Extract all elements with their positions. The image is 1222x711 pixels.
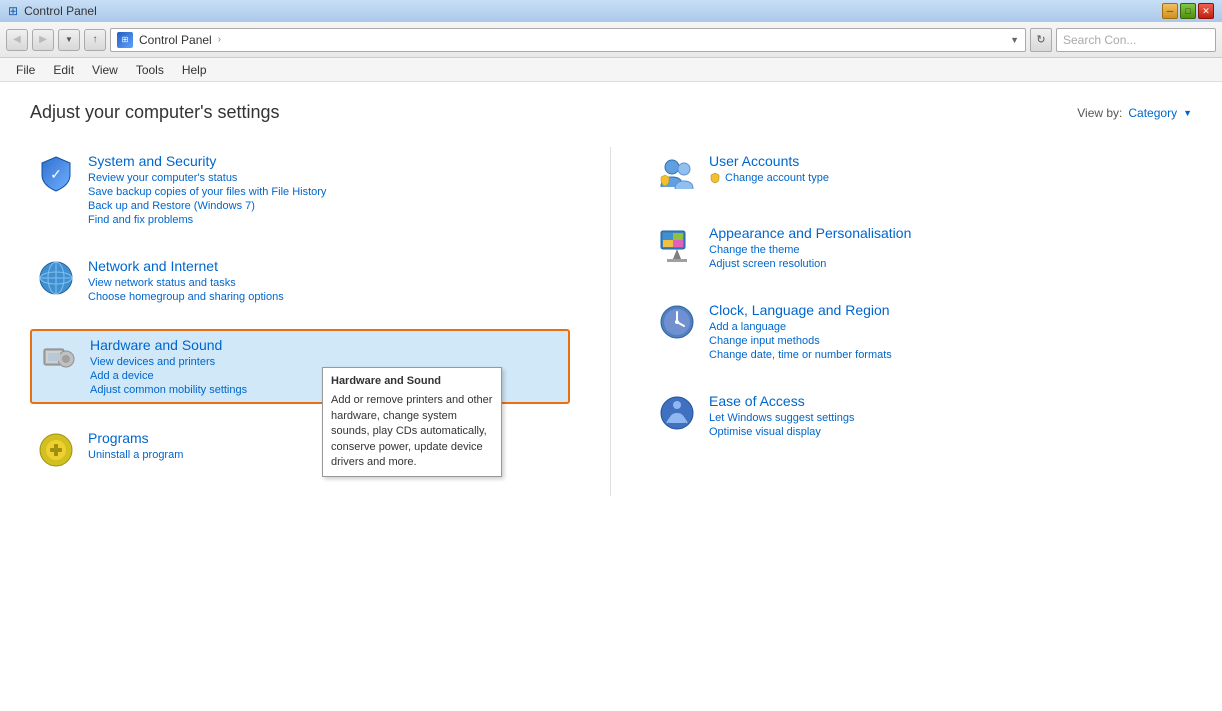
appearance-icon [657,225,697,265]
view-by-label: View by: [1077,106,1122,120]
back-button[interactable]: ◀ [6,29,28,51]
view-by-control: View by: Category ▼ [1077,106,1192,120]
appearance-title[interactable]: Appearance and Personalisation [709,225,1186,241]
clock-icon [657,302,697,342]
title-bar-icon: ⊞ [8,4,18,18]
system-security-link-1[interactable]: Save backup copies of your files with Fi… [88,186,564,198]
category-network: Network and Internet View network status… [30,252,570,309]
menu-help[interactable]: Help [174,61,215,79]
ease-link-1[interactable]: Optimise visual display [709,426,1186,438]
view-by-value[interactable]: Category [1128,106,1177,120]
category-clock: Clock, Language and Region Add a languag… [651,296,1192,367]
appearance-link-0[interactable]: Change the theme [709,244,1186,256]
menu-file[interactable]: File [8,61,43,79]
appearance-link-1[interactable]: Adjust screen resolution [709,258,1186,270]
title-bar: ⊞ Control Panel ─ □ ✕ [0,0,1222,22]
system-security-link-0[interactable]: Review your computer's status [88,172,564,184]
view-by-dropdown-icon[interactable]: ▼ [1183,108,1192,118]
page-header: Adjust your computer's settings View by:… [30,102,1192,123]
address-icon: ⊞ [117,32,133,48]
main-content: Adjust your computer's settings View by:… [0,82,1222,711]
content-area: Adjust your computer's settings View by:… [0,82,1222,711]
system-security-link-2[interactable]: Back up and Restore (Windows 7) [88,200,564,212]
nav-bar: ◀ ▶ ▼ ↑ ⊞ Control Panel › ▼ ↻ Search Con… [0,22,1222,58]
network-link-1[interactable]: Choose homegroup and sharing options [88,291,564,303]
up-button[interactable]: ↑ [84,29,106,51]
menu-bar: File Edit View Tools Help [0,58,1222,82]
right-column: User Accounts Change account type [611,147,1192,496]
maximize-button[interactable]: □ [1180,3,1196,19]
address-bar[interactable]: ⊞ Control Panel › ▼ [110,28,1026,52]
clock-link-2[interactable]: Change date, time or number formats [709,349,1186,361]
shield-badge-icon [709,172,721,184]
menu-view[interactable]: View [84,61,126,79]
hardware-icon [38,337,78,377]
minimize-button[interactable]: ─ [1162,3,1178,19]
menu-tools[interactable]: Tools [128,61,172,79]
users-title[interactable]: User Accounts [709,153,1186,169]
clock-title[interactable]: Clock, Language and Region [709,302,1186,318]
category-hardware: Hardware and Sound View devices and prin… [30,329,570,404]
dropdown-button[interactable]: ▼ [58,29,80,51]
svg-text:✓: ✓ [50,166,62,182]
users-text: User Accounts Change account type [709,153,1186,193]
users-link-0[interactable]: Change account type [725,172,829,184]
menu-edit[interactable]: Edit [45,61,82,79]
users-icon [657,153,697,193]
category-ease: Ease of Access Let Windows suggest setti… [651,387,1192,444]
left-column: ✓ System and Security Review your comput… [30,147,611,496]
refresh-button[interactable]: ↻ [1030,28,1052,52]
system-security-title[interactable]: System and Security [88,153,564,169]
appearance-text: Appearance and Personalisation Change th… [709,225,1186,270]
ease-text: Ease of Access Let Windows suggest setti… [709,393,1186,438]
ease-icon [657,393,697,433]
tooltip-title: Hardware and Sound [331,374,493,389]
title-bar-text: Control Panel [24,4,97,18]
system-security-icon: ✓ [36,153,76,193]
clock-link-0[interactable]: Add a language [709,321,1186,333]
ease-title[interactable]: Ease of Access [709,393,1186,409]
address-dropdown-button[interactable]: ▼ [1010,35,1019,45]
system-security-text: System and Security Review your computer… [88,153,564,226]
system-security-link-3[interactable]: Find and fix problems [88,214,564,226]
network-icon [36,258,76,298]
tooltip-description: Add or remove printers and other hardwar… [331,393,493,470]
search-bar[interactable]: Search Con... [1056,28,1216,52]
address-path: Control Panel [139,33,212,47]
hardware-tooltip: Hardware and Sound Add or remove printer… [322,367,502,477]
close-button[interactable]: ✕ [1198,3,1214,19]
forward-button[interactable]: ▶ [32,29,54,51]
categories-grid: ✓ System and Security Review your comput… [30,147,1192,496]
search-placeholder: Search Con... [1063,33,1136,47]
address-separator: › [218,34,221,45]
clock-text: Clock, Language and Region Add a languag… [709,302,1186,361]
category-appearance: Appearance and Personalisation Change th… [651,219,1192,276]
page-title: Adjust your computer's settings [30,102,280,123]
programs-icon [36,430,76,470]
network-title[interactable]: Network and Internet [88,258,564,274]
category-users: User Accounts Change account type [651,147,1192,199]
clock-link-1[interactable]: Change input methods [709,335,1186,347]
hardware-title[interactable]: Hardware and Sound [90,337,562,353]
network-link-0[interactable]: View network status and tasks [88,277,564,289]
ease-link-0[interactable]: Let Windows suggest settings [709,412,1186,424]
network-text: Network and Internet View network status… [88,258,564,303]
category-system-security: ✓ System and Security Review your comput… [30,147,570,232]
